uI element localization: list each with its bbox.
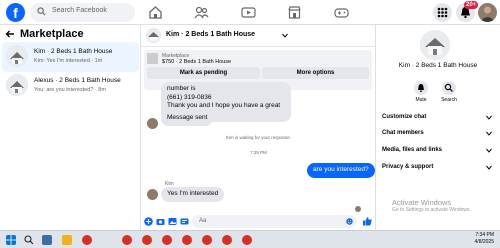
menu-item-label: Customize chat — [382, 114, 427, 120]
incoming-message: Yes I'm interested — [161, 187, 225, 202]
watermark-subtitle: Go to Settings to activate Windows. — [392, 207, 471, 213]
search-icon[interactable] — [24, 235, 34, 245]
read-receipt-avatar — [355, 206, 361, 212]
watch-icon[interactable] — [240, 4, 257, 21]
camera-icon[interactable] — [156, 217, 165, 226]
windows-taskbar: 7:34 PM 4/8/2025 — [0, 230, 500, 248]
gallery-icon[interactable] — [168, 217, 177, 226]
thumbs-up-icon[interactable] — [362, 216, 372, 226]
message-line: number is — [167, 85, 196, 92]
search-box[interactable]: Search Facebook — [30, 3, 135, 22]
gif-icon[interactable] — [180, 217, 189, 226]
menu-item-label: Privacy & support — [382, 164, 434, 170]
task-view-icon[interactable] — [42, 235, 52, 245]
chrome-icon[interactable] — [182, 235, 192, 245]
home-icon[interactable] — [147, 4, 164, 21]
sender-avatar — [147, 118, 158, 129]
profile-photo — [480, 6, 495, 22]
chat-members-item[interactable]: Chat members — [382, 130, 494, 136]
conversation-name: Alexus · 2 Beds 1 Bath House — [34, 77, 121, 84]
mute-label: Mute — [415, 97, 427, 103]
sidebar-title: Marketplace — [20, 28, 84, 40]
conversation-name: Kim · 2 Beds 1 Bath House — [34, 48, 113, 55]
message-line: (661) 319-0836 — [167, 93, 212, 101]
message-timestamp: 7:25 PM — [250, 150, 267, 155]
facebook-logo[interactable]: f — [6, 3, 25, 22]
marketplace-inbox-sidebar: Marketplace Kim · 2 Beds 1 Bath House Ki… — [0, 25, 141, 230]
message-composer: Aa — [141, 214, 376, 230]
waiting-notice: Kim is waiting for your response. — [225, 135, 292, 140]
chrome-icon[interactable] — [242, 235, 252, 245]
chat-panel: Kim · 2 Beds 1 Bath House Marketplace $7… — [141, 25, 376, 230]
privacy-support-item[interactable]: Privacy & support — [382, 164, 494, 170]
details-name: Kim · 2 Beds 1 Bath House — [398, 62, 478, 69]
media-files-links-item[interactable]: Media, files and links — [382, 147, 494, 153]
taskbar-date: 4/8/2025 — [474, 239, 494, 245]
search-icon — [37, 7, 46, 16]
marketplace-icon[interactable] — [286, 4, 303, 21]
chat-title[interactable]: Kim · 2 Beds 1 Bath House — [166, 31, 255, 38]
incoming-message: Message sent — [161, 111, 214, 126]
chrome-icon[interactable] — [222, 235, 232, 245]
friends-icon[interactable] — [193, 4, 210, 21]
bell-icon — [418, 84, 424, 93]
details-thumbnail — [420, 30, 450, 60]
chrome-icon[interactable] — [122, 235, 132, 245]
conversation-preview: Kim: Yes I'm interested · 1m — [34, 58, 103, 64]
taskbar-clock[interactable]: 7:34 PM 4/8/2025 — [464, 232, 494, 246]
menu-grid-button[interactable] — [433, 3, 452, 22]
chevron-down-icon — [486, 148, 492, 153]
search-input[interactable]: Search Facebook — [52, 7, 107, 14]
listing-card-thumbnail — [147, 53, 158, 64]
conversation-item-alexus[interactable]: Alexus · 2 Beds 1 Bath House You: are yo… — [2, 71, 139, 101]
chrome-icon[interactable] — [202, 235, 212, 245]
listing-card-price: $750 · 2 Beds 1 Bath House — [162, 59, 232, 65]
back-arrow-icon[interactable] — [5, 29, 15, 39]
chevron-down-icon — [486, 131, 492, 136]
chrome-icon[interactable] — [162, 235, 172, 245]
gaming-icon[interactable] — [333, 4, 350, 21]
chevron-down-icon — [486, 115, 492, 120]
search-conversation-button[interactable] — [442, 81, 456, 95]
customize-chat-item[interactable]: Customize chat — [382, 114, 494, 120]
chevron-down-icon[interactable] — [282, 33, 288, 38]
profile-avatar[interactable] — [478, 3, 497, 22]
message-input-placeholder: Aa — [199, 218, 207, 224]
more-options-button[interactable]: More options — [262, 67, 369, 79]
file-explorer-icon[interactable] — [62, 235, 72, 245]
search-icon — [444, 83, 453, 92]
chat-header: Kim · 2 Beds 1 Bath House — [141, 25, 376, 47]
taskbar-time: 7:34 PM — [475, 232, 494, 238]
outgoing-message: are you interested? — [307, 163, 375, 178]
notification-badge: 20+ — [464, 1, 479, 9]
sender-avatar — [147, 189, 158, 200]
plus-circle-icon[interactable] — [144, 217, 153, 226]
windows-start-icon[interactable] — [6, 235, 16, 245]
chrome-icon[interactable] — [142, 235, 152, 245]
menu-item-label: Chat members — [382, 130, 424, 136]
mark-as-pending-button[interactable]: Mark as pending — [147, 67, 260, 79]
grid-icon — [437, 7, 448, 18]
chrome-icon[interactable] — [82, 235, 92, 245]
message-input[interactable]: Aa — [192, 215, 357, 228]
conversation-item-kim[interactable]: Kim · 2 Beds 1 Bath House Kim: Yes I'm i… — [2, 42, 139, 72]
mute-button[interactable] — [414, 81, 428, 95]
watermark-title: Activate Windows — [392, 198, 452, 207]
top-navigation-bar: f Search Facebook 20+ — [0, 0, 500, 25]
conversation-preview: You: are you interested? · 8m — [34, 87, 106, 93]
listing-thumbnail — [6, 45, 28, 67]
listing-thumbnail — [6, 74, 28, 96]
chevron-down-icon — [486, 165, 492, 170]
search-label: Search — [441, 97, 457, 103]
activate-windows-watermark: Activate Windows Go to Settings to activ… — [392, 198, 471, 213]
emoji-icon[interactable] — [346, 218, 353, 225]
chat-thumbnail — [146, 28, 161, 43]
menu-item-label: Media, files and links — [382, 147, 443, 153]
